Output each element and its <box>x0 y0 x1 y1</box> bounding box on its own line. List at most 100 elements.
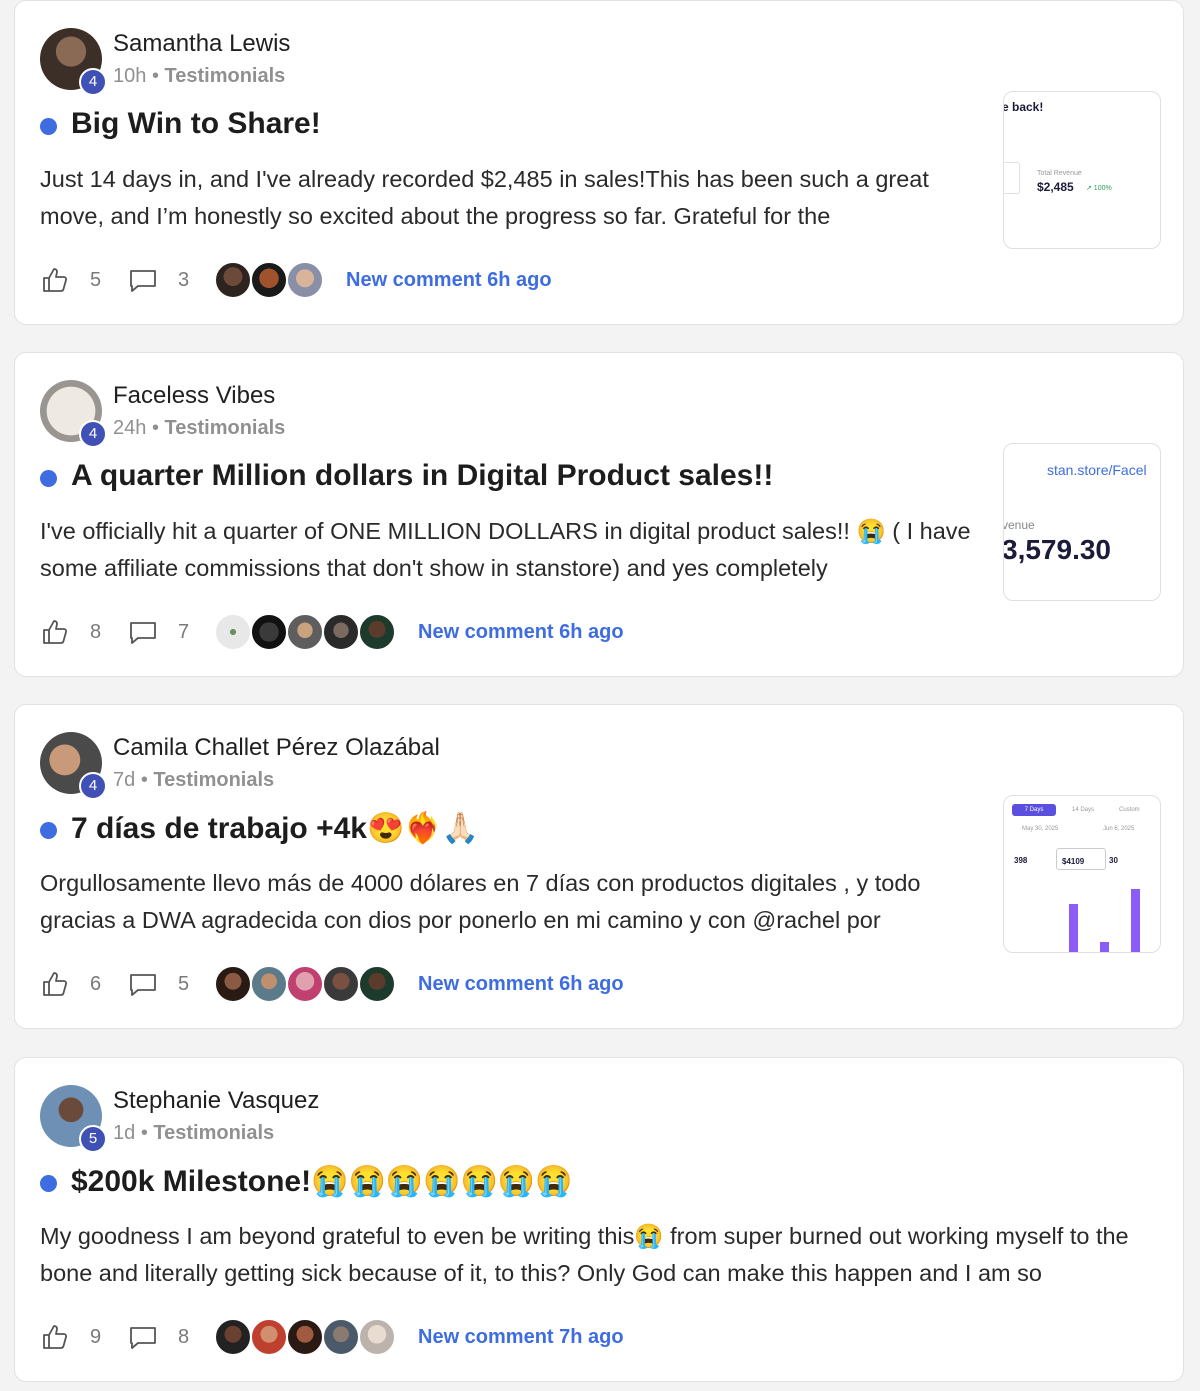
thumb-tab: 14 Days <box>1072 807 1095 813</box>
new-comment-link[interactable]: New comment 6h ago <box>418 621 624 644</box>
author-avatar[interactable]: 5 <box>40 1085 107 1153</box>
avatar <box>286 965 324 1003</box>
post-category[interactable]: Testimonials <box>165 417 286 439</box>
thumb-text: e back! <box>1003 100 1044 114</box>
comment-count: 8 <box>178 1325 190 1348</box>
post-actions: 6 5 New comment 6h ago <box>40 965 624 1003</box>
thumbs-up-icon[interactable] <box>40 265 70 295</box>
meta-separator: • <box>151 65 159 87</box>
post-card[interactable]: 5 Stephanie Vasquez 1d • Testimonials $2… <box>14 1057 1184 1382</box>
thumbs-up-icon[interactable] <box>40 617 70 647</box>
new-comment-link[interactable]: New comment 6h ago <box>418 973 624 996</box>
post-body[interactable]: I've officially hit a quarter of ONE MIL… <box>40 513 980 587</box>
post-time: 1d <box>113 1122 136 1144</box>
post-category[interactable]: Testimonials <box>153 1122 274 1144</box>
avatar <box>286 613 324 651</box>
unread-dot <box>40 118 57 135</box>
post-actions: 5 3 New comment 6h ago <box>40 261 552 299</box>
thumb-chart-bar <box>1131 889 1140 952</box>
comment-count: 7 <box>178 620 190 643</box>
post-meta: 10h • Testimonials <box>113 65 285 88</box>
post-title[interactable]: A quarter Million dollars in Digital Pro… <box>71 459 773 493</box>
thumb-tab: 7 Days <box>1012 804 1056 816</box>
thumb-card <box>1004 162 1020 194</box>
thumb-value: 3,579.30 <box>1003 534 1111 565</box>
thumb-date: Jun 6, 2025 <box>1103 826 1135 832</box>
post-card[interactable]: 4 Samantha Lewis 10h • Testimonials Big … <box>14 0 1184 325</box>
post-attachment-thumbnail[interactable]: e back! Total Revenue $2,485 ↗ 100% <box>1003 91 1161 249</box>
post-title[interactable]: Big Win to Share! <box>71 107 321 141</box>
like-count: 5 <box>90 268 102 291</box>
unread-dot <box>40 470 57 487</box>
author-avatar[interactable]: 4 <box>40 28 107 96</box>
post-body[interactable]: My goodness I am beyond grateful to even… <box>40 1218 1150 1292</box>
post-body[interactable]: Orgullosamente llevo más de 4000 dólares… <box>40 865 980 939</box>
commenter-avatars <box>214 1318 396 1356</box>
avatar <box>358 613 396 651</box>
comment-count: 3 <box>178 268 190 291</box>
post-category[interactable]: Testimonials <box>165 65 286 87</box>
post-card[interactable]: 4 Faceless Vibes 24h • Testimonials A qu… <box>14 352 1184 677</box>
meta-separator: • <box>140 1122 148 1144</box>
new-comment-link[interactable]: New comment 6h ago <box>346 269 552 292</box>
post-actions: 8 7 New comment 6h ago <box>40 613 624 651</box>
avatar <box>250 1318 288 1356</box>
avatar <box>322 1318 360 1356</box>
thumbs-up-icon[interactable] <box>40 1322 70 1352</box>
meta-separator: • <box>140 769 148 791</box>
post-category[interactable]: Testimonials <box>153 769 274 791</box>
author-name[interactable]: Stephanie Vasquez <box>113 1087 319 1115</box>
avatar <box>286 261 324 299</box>
avatar <box>214 1318 252 1356</box>
avatar <box>250 965 288 1003</box>
avatar <box>214 965 252 1003</box>
thumb-stat: 30 <box>1109 856 1118 865</box>
commenter-avatars <box>214 613 396 651</box>
post-time: 24h <box>113 417 147 439</box>
post-title[interactable]: $200k Milestone!😭😭😭😭😭😭😭 <box>71 1164 573 1199</box>
post-attachment-thumbnail[interactable]: stan.store/Facel venue 3,579.30 <box>1003 443 1161 601</box>
post-actions: 9 8 New comment 7h ago <box>40 1318 624 1356</box>
post-card[interactable]: 4 Camila Challet Pérez Olazábal 7d • Tes… <box>14 704 1184 1029</box>
avatar <box>250 261 288 299</box>
author-name[interactable]: Faceless Vibes <box>113 382 275 410</box>
like-count: 6 <box>90 972 102 995</box>
author-avatar[interactable]: 4 <box>40 732 107 800</box>
thumb-chart-bar <box>1069 904 1078 952</box>
comment-bubble-icon[interactable] <box>128 617 158 647</box>
comment-bubble-icon[interactable] <box>128 265 158 295</box>
author-avatar[interactable]: 4 <box>40 380 107 448</box>
post-body[interactable]: Just 14 days in, and I've already record… <box>40 161 980 235</box>
thumb-url: stan.store/Facel <box>1047 462 1147 478</box>
thumb-stat: $4109 <box>1062 857 1085 866</box>
post-meta: 7d • Testimonials <box>113 769 274 792</box>
avatar <box>322 613 360 651</box>
like-count: 9 <box>90 1325 102 1348</box>
comment-bubble-icon[interactable] <box>128 1322 158 1352</box>
thumb-date: May 30, 2025 <box>1022 826 1059 832</box>
comment-count: 5 <box>178 972 190 995</box>
avatar <box>214 613 252 651</box>
commenter-avatars <box>214 261 324 299</box>
post-meta: 1d • Testimonials <box>113 1122 274 1145</box>
comment-bubble-icon[interactable] <box>128 969 158 999</box>
post-attachment-thumbnail[interactable]: 7 Days 14 Days Custom May 30, 2025 Jun 6… <box>1003 795 1161 953</box>
thumb-text: Total Revenue <box>1037 170 1082 177</box>
level-badge: 5 <box>79 1125 107 1153</box>
avatar <box>358 965 396 1003</box>
level-badge: 4 <box>79 772 107 800</box>
post-time: 7d <box>113 769 136 791</box>
commenter-avatars <box>214 965 396 1003</box>
thumb-value: $2,485 <box>1037 180 1074 194</box>
author-name[interactable]: Camila Challet Pérez Olazábal <box>113 734 440 762</box>
author-name[interactable]: Samantha Lewis <box>113 30 290 58</box>
new-comment-link[interactable]: New comment 7h ago <box>418 1326 624 1349</box>
thumb-text: venue <box>1003 518 1035 532</box>
avatar <box>286 1318 324 1356</box>
level-badge: 4 <box>79 68 107 96</box>
thumbs-up-icon[interactable] <box>40 969 70 999</box>
post-title[interactable]: 7 días de trabajo +4k😍❤️‍🔥🙏🏻 <box>71 811 479 846</box>
thumb-stat: 398 <box>1014 856 1028 865</box>
avatar <box>322 965 360 1003</box>
thumb-chart-bar <box>1100 942 1109 952</box>
